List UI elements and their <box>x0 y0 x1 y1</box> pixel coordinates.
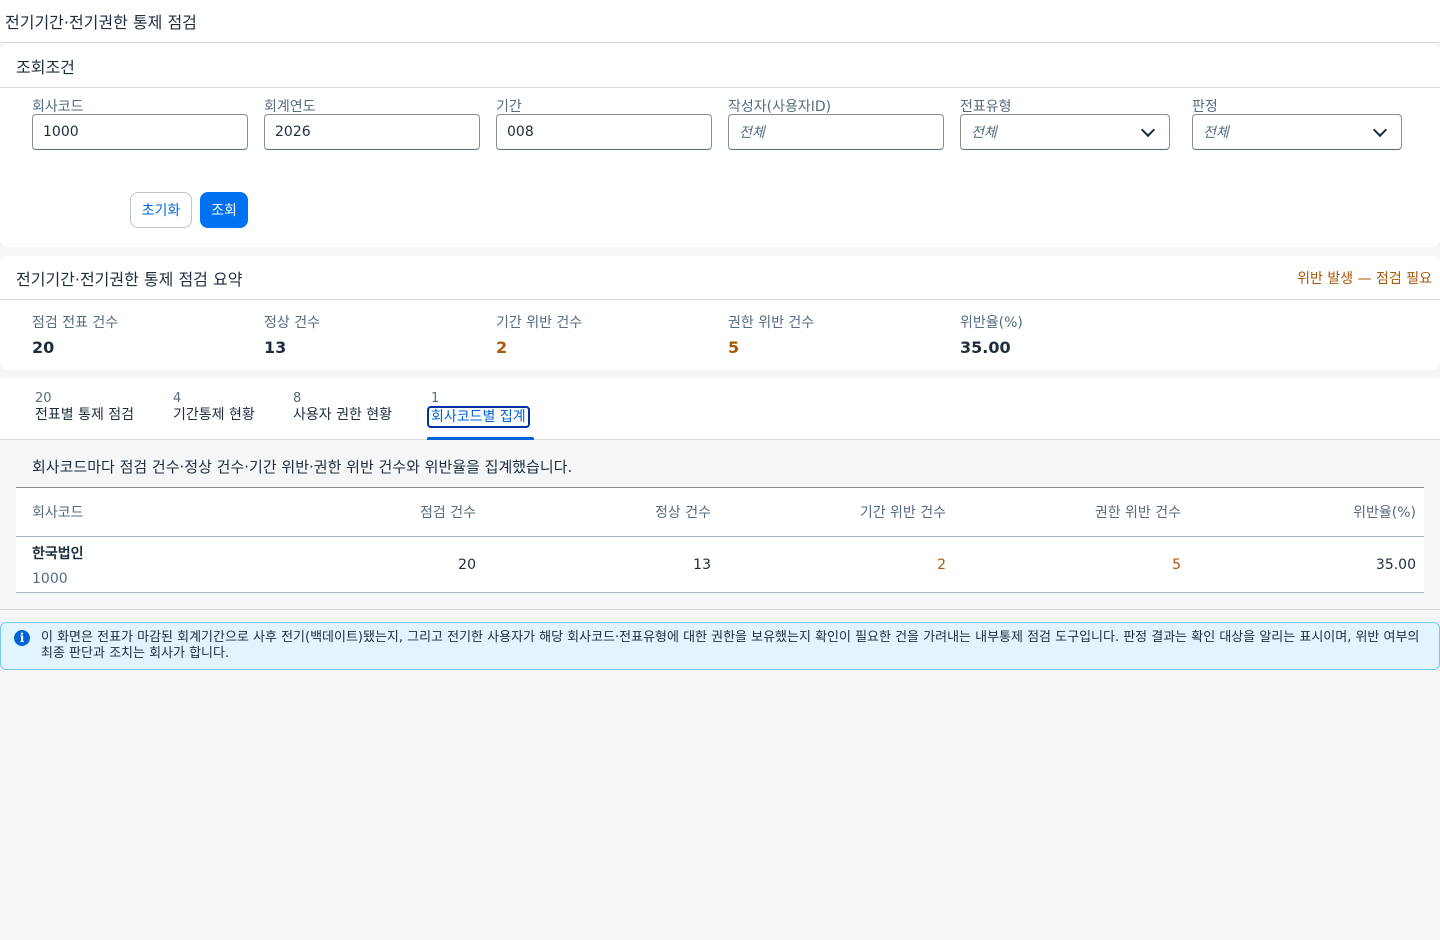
app-title: 전기기간·전기권한 통제 점검 <box>5 13 197 32</box>
tab-count: 4 <box>173 391 182 406</box>
violation-rate-cell: 35.00 <box>1375 556 1416 573</box>
tab-count: 20 <box>35 391 52 406</box>
summary-panel-header: 전기기간·전기권한 통제 점검 요약 위반 발생 — 점검 필요 <box>0 256 1440 300</box>
tab-bar: 20 전표별 통제 점검 4 기간통제 현황 8 사용자 권한 현황 1 회사코… <box>0 378 1440 440</box>
filter-panel-header: 조회조건 <box>0 44 1440 88</box>
company-name: 한국법인 <box>32 545 84 562</box>
kpi-value: 35.00 <box>960 338 1011 357</box>
tab-label: 기간통제 현황 <box>173 407 255 423</box>
tab-label: 전표별 통제 점검 <box>35 407 135 423</box>
chevron-down-icon <box>1140 122 1156 137</box>
fiscal-year-label: 회계연도 <box>264 99 316 115</box>
chevron-down-icon <box>1372 122 1388 137</box>
summary-panel: 전기기간·전기권한 통제 점검 요약 위반 발생 — 점검 필요 점검 전표 건… <box>0 256 1440 370</box>
column-header[interactable]: 권한 위반 건수 <box>954 502 1189 522</box>
kpi-value: 5 <box>728 338 740 357</box>
status-badge: 위반 발생 — 점검 필요 <box>1297 270 1432 287</box>
table-header-row: 회사코드 점검 건수 정상 건수 기간 위반 건수 권한 위반 건수 위반율(%… <box>16 488 1424 537</box>
verdict-select[interactable]: 전체 <box>1192 114 1402 150</box>
kpi-label: 기간 위반 건수 <box>496 315 583 331</box>
kpi-label: 권한 위반 건수 <box>728 315 815 331</box>
period-violation-cell: 2 <box>937 556 946 573</box>
kpi-violation-rate: 위반율(%) 35.00 <box>960 312 1023 357</box>
fiscal-year-input[interactable]: 2026 <box>264 114 480 150</box>
kpi-checked: 점검 전표 건수 20 <box>32 312 118 357</box>
active-tab-indicator <box>427 437 534 440</box>
doc-type-select[interactable]: 전체 <box>960 114 1170 150</box>
kpi-auth-violation: 권한 위반 건수 5 <box>728 312 814 357</box>
checked-count-cell: 20 <box>458 556 476 573</box>
table-row[interactable]: 한국법인 1000 20 13 2 5 35.00 <box>16 537 1424 592</box>
tab-count: 1 <box>431 391 440 406</box>
divider <box>0 609 1440 610</box>
search-button[interactable]: 조회 <box>200 192 248 228</box>
kpi-label: 정상 건수 <box>264 315 320 331</box>
company-code-input[interactable]: 1000 <box>32 114 248 150</box>
kpi-value: 13 <box>264 338 287 357</box>
column-header[interactable]: 회사코드 <box>16 502 246 522</box>
tab-by-company-code[interactable]: 1 회사코드별 집계 <box>427 391 534 440</box>
verdict-label: 판정 <box>1192 99 1218 115</box>
summary-title: 전기기간·전기권한 통제 점검 요약 <box>16 269 243 289</box>
tab-label: 사용자 권한 현황 <box>293 407 393 423</box>
app-header: 전기기간·전기권한 통제 점검 <box>0 0 1440 43</box>
reset-button[interactable]: 초기화 <box>130 192 192 228</box>
tab-label: 회사코드별 집계 <box>427 406 530 428</box>
column-header[interactable]: 점검 건수 <box>246 502 484 522</box>
kpi-label: 점검 전표 건수 <box>32 315 119 331</box>
auth-violation-cell: 5 <box>1172 556 1181 573</box>
filter-panel-title: 조회조건 <box>16 57 75 77</box>
info-text: 이 화면은 전표가 마감된 회계기간으로 사후 전기(백데이트)됐는지, 그리고… <box>41 630 1420 661</box>
tab-by-document[interactable]: 20 전표별 통제 점검 <box>35 392 134 424</box>
info-icon: i <box>14 630 30 646</box>
tab-count: 8 <box>293 391 302 406</box>
content-description: 회사코드마다 점검 건수·정상 건수·기간 위반·권한 위반 건수와 위반율을 … <box>32 458 573 476</box>
info-message-strip: i 이 화면은 전표가 마감된 회계기간으로 사후 전기(백데이트)됐는지, 그… <box>0 622 1440 670</box>
tab-period-control[interactable]: 4 기간통제 현황 <box>173 392 255 424</box>
column-header[interactable]: 기간 위반 건수 <box>719 502 954 522</box>
company-cell: 한국법인 1000 <box>16 543 246 587</box>
doc-type-label: 전표유형 <box>960 99 1012 115</box>
tab-user-authority[interactable]: 8 사용자 권한 현황 <box>293 392 392 424</box>
period-label: 기간 <box>496 99 522 115</box>
filter-panel: 조회조건 회사코드 1000 회계연도 2026 기간 008 작성자(사용자I… <box>0 44 1440 247</box>
kpi-normal: 정상 건수 13 <box>264 312 320 357</box>
company-code: 1000 <box>32 570 68 587</box>
kpi-label: 위반율(%) <box>960 315 1023 331</box>
normal-count-cell: 13 <box>693 556 711 573</box>
column-header[interactable]: 위반율(%) <box>1189 502 1424 522</box>
period-input[interactable]: 008 <box>496 114 712 150</box>
author-input[interactable]: 전체 <box>728 114 944 150</box>
column-header[interactable]: 정상 건수 <box>484 502 719 522</box>
author-label: 작성자(사용자ID) <box>728 99 832 115</box>
kpi-period-violation: 기간 위반 건수 2 <box>496 312 582 357</box>
kpi-value: 2 <box>496 338 508 357</box>
company-summary-table: 회사코드 점검 건수 정상 건수 기간 위반 건수 권한 위반 건수 위반율(%… <box>16 487 1424 593</box>
kpi-value: 20 <box>32 338 55 357</box>
company-code-label: 회사코드 <box>32 99 84 115</box>
